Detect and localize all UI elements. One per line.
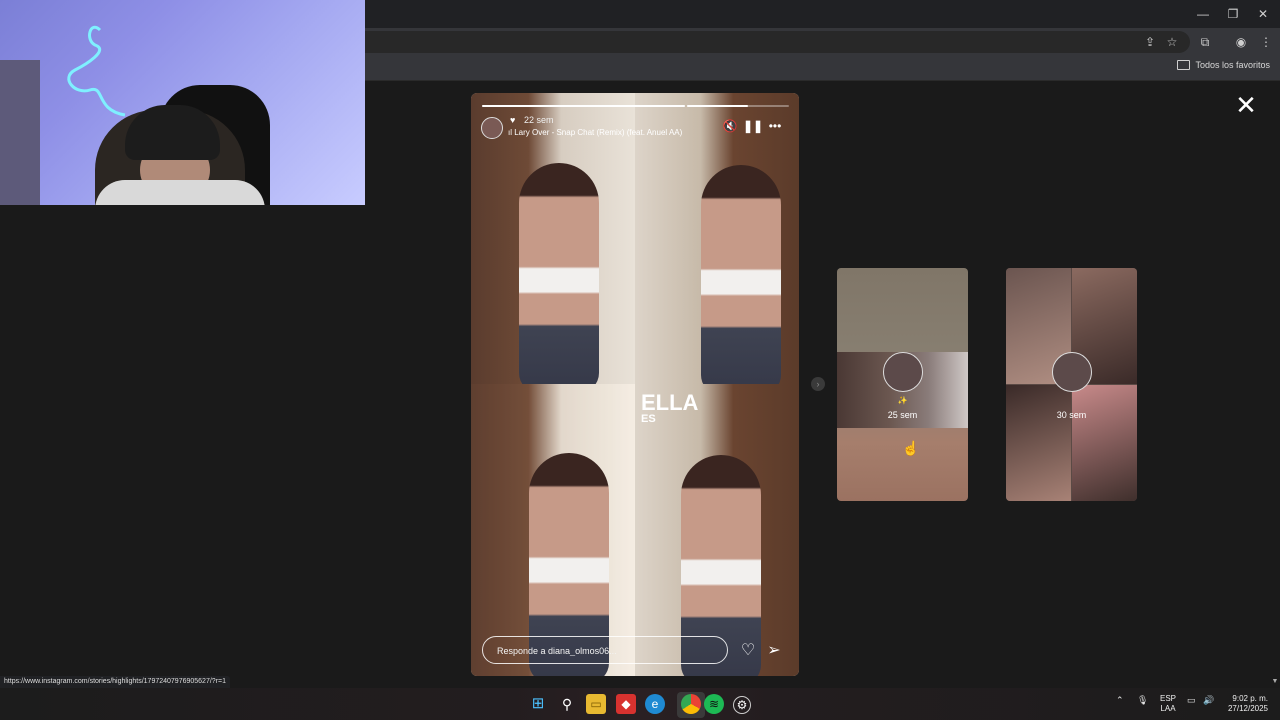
story-time: 22 sem: [524, 115, 554, 125]
network-icon[interactable]: ▭: [1187, 695, 1196, 706]
microphone-icon[interactable]: 🎙: [1137, 695, 1148, 706]
tray-overflow-icon[interactable]: ⌃: [1116, 695, 1124, 706]
heart-icon: ♥: [510, 115, 516, 125]
hand-cursor-icon: ☝: [902, 440, 920, 456]
mute-icon[interactable]: 🔇: [721, 119, 739, 133]
language-region: LAA: [1160, 704, 1176, 713]
thumbnail-time: 25 sem: [887, 410, 918, 420]
sparkle-icon: ✨: [897, 396, 908, 405]
neon-light-sign: [67, 25, 126, 117]
thumbnail-photo: [1072, 385, 1137, 501]
story-thumbnail-1[interactable]: ✨ 25 sem: [837, 268, 968, 501]
next-story-icon[interactable]: ›: [811, 377, 825, 391]
reply-input[interactable]: [495, 642, 719, 660]
story-thumbnail-2[interactable]: 30 sem: [1006, 268, 1137, 501]
language-code: ESP: [1160, 694, 1177, 703]
minimize-icon[interactable]: —: [1188, 4, 1218, 24]
system-clock[interactable]: 9:02 p. m. 27/12/2025: [1222, 694, 1268, 714]
story-text-title: ELLA: [641, 390, 699, 415]
clock-date: 27/12/2025: [1227, 704, 1268, 713]
story-viewer[interactable]: ♥ 22 sem ıl Lary Over - Snap Chat (Remix…: [471, 93, 799, 676]
story-music[interactable]: ıl Lary Over - Snap Chat (Remix) (feat. …: [508, 128, 682, 137]
like-icon[interactable]: ♡: [739, 642, 757, 660]
restore-icon[interactable]: ❐: [1218, 4, 1248, 24]
taskbar: [0, 688, 1280, 720]
chrome-icon[interactable]: [681, 694, 701, 714]
search-icon[interactable]: ⚲: [557, 694, 577, 714]
folder-icon: [1177, 60, 1191, 70]
app-red-icon[interactable]: ◆: [616, 694, 636, 714]
story-figure-2: [701, 165, 781, 395]
file-explorer-icon[interactable]: ▭: [586, 694, 606, 714]
spotify-icon[interactable]: ≋: [704, 694, 724, 714]
story-text-sub: ES: [641, 413, 656, 425]
story-figure-1: [519, 163, 599, 393]
close-icon[interactable]: ✕: [1235, 92, 1257, 118]
all-bookmarks-label: Todos los favoritos: [1195, 60, 1270, 70]
volume-icon[interactable]: 🔊: [1203, 695, 1214, 706]
settings-app-icon[interactable]: ⚙: [733, 696, 751, 714]
pause-icon[interactable]: ❚❚: [743, 119, 763, 133]
story-progress-1: [482, 105, 685, 107]
clock-time: 9:02 p. m.: [1232, 694, 1268, 703]
extensions-icon[interactable]: ⧉: [1196, 33, 1214, 51]
profile-icon[interactable]: ◉: [1232, 33, 1250, 51]
edge-icon[interactable]: e: [645, 694, 665, 714]
scroll-down-icon[interactable]: ▼: [1270, 678, 1280, 686]
bookmark-star-icon[interactable]: ☆: [1163, 33, 1181, 51]
reply-field[interactable]: [482, 636, 728, 664]
language-indicator[interactable]: ESP LAA: [1160, 694, 1176, 714]
thumbnail-photo: [1006, 385, 1071, 501]
install-app-icon[interactable]: ⇪: [1141, 33, 1159, 51]
music-title: Lary Over - Snap Chat (Remix) (feat. Anu…: [514, 128, 683, 137]
thumbnail-avatar: [883, 352, 923, 392]
more-options-icon[interactable]: •••: [766, 119, 784, 133]
story-header: ♥ 22 sem ıl Lary Over - Snap Chat (Remix…: [481, 115, 791, 141]
windows-start-icon[interactable]: ⊞: [528, 694, 548, 714]
thumbnail-avatar: [1052, 352, 1092, 392]
all-bookmarks-button[interactable]: Todos los favoritos: [1177, 60, 1270, 70]
share-icon[interactable]: ➢: [765, 642, 783, 660]
close-window-icon[interactable]: ✕: [1248, 4, 1278, 24]
story-avatar[interactable]: [481, 117, 503, 139]
streamer-sweater: [95, 180, 265, 205]
more-menu-icon[interactable]: ⋮: [1257, 33, 1275, 51]
story-progress-2: [687, 105, 789, 107]
status-url: https://www.instagram.com/stories/highli…: [0, 676, 230, 688]
webcam-shelf: [0, 60, 40, 205]
webcam-overlay: [0, 0, 365, 205]
thumbnail-time: 30 sem: [1056, 410, 1087, 420]
